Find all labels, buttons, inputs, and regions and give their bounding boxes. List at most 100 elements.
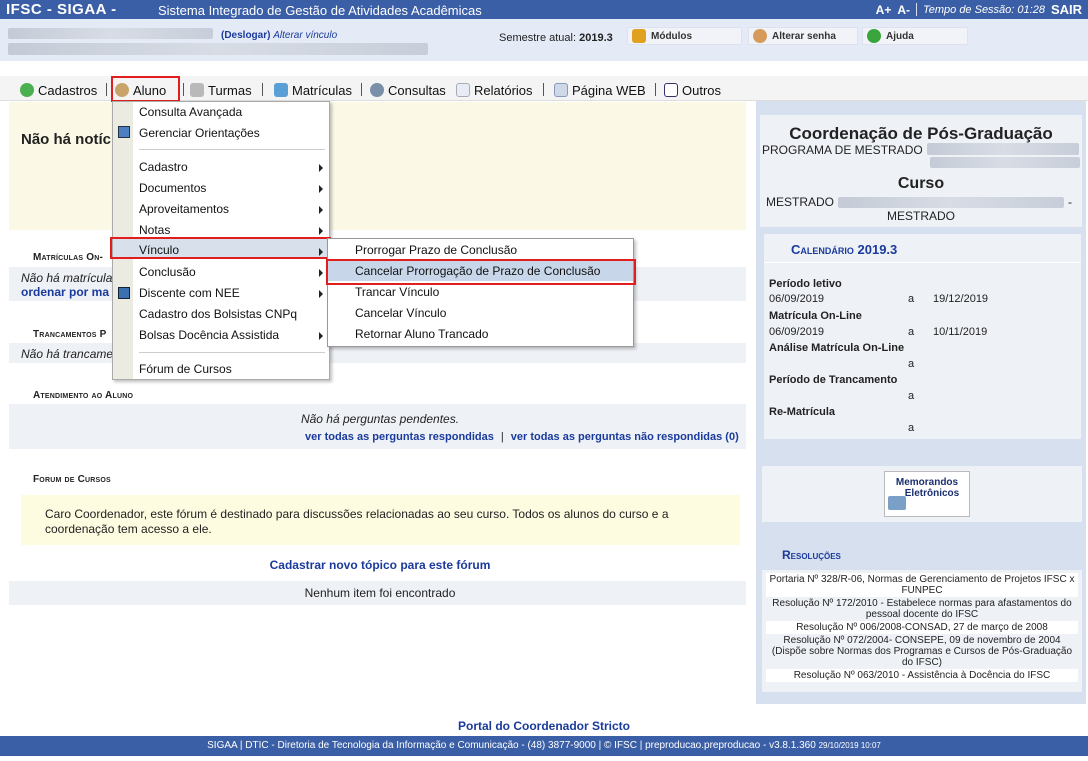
cal-a-2: a xyxy=(908,358,915,370)
cal-label-2: Análise Matrícula On-Line xyxy=(769,342,905,354)
new-topic-link[interactable]: Cadastrar novo tópico para este fórum xyxy=(0,558,760,572)
sub-retornar-aluno[interactable]: Retornar Aluno Trancado xyxy=(355,327,488,341)
font-increase-button[interactable]: A+ xyxy=(876,3,892,17)
forum-notice: Caro Coordenador, este fórum é destinado… xyxy=(21,495,740,545)
menu-matriculas[interactable]: Matrículas xyxy=(274,82,352,98)
class-icon xyxy=(190,83,204,97)
cal-label-1: Matrícula On-Line xyxy=(769,310,862,322)
cal-a-4: a xyxy=(908,422,915,434)
no-questions-text: Não há perguntas pendentes. xyxy=(300,412,460,426)
submenu-arrow-icon xyxy=(319,227,323,235)
resolucoes-heading: Resoluções xyxy=(782,548,841,562)
footer-text: SIGAA | DTIC - Diretoria de Tecnologia d… xyxy=(207,740,816,751)
cal-a-0: a xyxy=(908,293,915,305)
submenu-arrow-icon xyxy=(319,206,323,214)
dd-cadastro[interactable]: Cadastro xyxy=(139,160,188,174)
memorandos-button[interactable]: Memorandos Eletrônicos xyxy=(884,471,970,517)
calendar-label: Calendário xyxy=(791,242,854,257)
calendar-divider xyxy=(764,262,1081,263)
dd-documentos[interactable]: Documentos xyxy=(139,181,206,195)
system-subtitle: Sistema Integrado de Gestão de Atividade… xyxy=(158,3,482,18)
course-name-redacted xyxy=(838,196,1065,208)
portal-link[interactable]: Portal do Coordenador Stricto xyxy=(0,719,1088,733)
unanswered-questions-link[interactable]: ver todas as perguntas não respondidas (… xyxy=(511,431,739,443)
help-label: Ajuda xyxy=(886,30,914,42)
help-button[interactable]: Ajuda xyxy=(862,27,968,45)
menu-pagina-web-label: Página WEB xyxy=(572,82,646,98)
sub-cancelar-vinculo[interactable]: Cancelar Vínculo xyxy=(355,306,446,320)
menu-consultas[interactable]: Consultas xyxy=(370,82,446,98)
menu-divider xyxy=(543,83,544,96)
link-separator: | xyxy=(500,431,504,443)
course-level: MESTRADO xyxy=(886,209,955,223)
menu-outros[interactable]: Outros xyxy=(664,82,721,98)
resolucao-item[interactable]: Resolução Nº 006/2008-CONSAD, 27 de març… xyxy=(766,621,1078,634)
program-name-redacted xyxy=(926,143,1079,155)
news-text: Não há notíci xyxy=(21,131,116,148)
menu-relatorios[interactable]: Relatórios xyxy=(456,82,533,98)
change-link[interactable]: Alterar vínculo xyxy=(273,30,337,41)
cal-end-0: 19/12/2019 xyxy=(933,293,989,305)
enroll-icon xyxy=(274,83,288,97)
search-icon xyxy=(370,83,384,97)
program-name-redacted-2 xyxy=(930,157,1080,168)
dd-aproveitamentos[interactable]: Aproveitamentos xyxy=(139,202,229,216)
semester-label: Semestre atual: xyxy=(499,32,577,44)
add-icon xyxy=(20,83,34,97)
order-link[interactable]: ordenar por ma xyxy=(21,285,109,299)
dd-consulta-avancada[interactable]: Consulta Avançada xyxy=(139,105,242,119)
dd-bolsas-docencia[interactable]: Bolsas Docência Assistida xyxy=(139,328,279,342)
submenu-arrow-icon xyxy=(319,164,323,172)
program-label: PROGRAMA DE MESTRADO xyxy=(762,143,923,157)
trancamentos-text: Não há trancame xyxy=(21,347,114,361)
section-trancamentos: Trancamentos P xyxy=(33,329,107,340)
dd-notas[interactable]: Notas xyxy=(139,223,170,237)
course-dash: - xyxy=(1068,195,1073,209)
submenu-arrow-icon xyxy=(319,269,323,277)
menu-outros-label: Outros xyxy=(682,82,722,98)
dd-forum-cursos[interactable]: Fórum de Cursos xyxy=(139,362,232,376)
modules-label: Módulos xyxy=(651,30,693,42)
resolucao-item[interactable]: Resolução Nº 063/2010 - Assistência à Do… xyxy=(766,669,1078,682)
vinculo-submenu: Prorrogar Prazo de Conclusão Cancelar Pr… xyxy=(327,238,634,347)
sub-prorrogar-prazo[interactable]: Prorrogar Prazo de Conclusão xyxy=(355,243,517,257)
dd-divider xyxy=(139,149,325,150)
menu-divider xyxy=(262,83,263,96)
help-icon xyxy=(867,29,881,43)
resolucao-item[interactable]: Portaria Nº 328/R-06, Normas de Gerencia… xyxy=(766,573,1078,597)
menu-divider xyxy=(183,83,184,96)
menu-turmas[interactable]: Turmas xyxy=(190,82,252,98)
resolucao-item[interactable]: Resolução Nº 172/2010 - Estabelece norma… xyxy=(766,597,1078,621)
modules-button[interactable]: Módulos xyxy=(627,27,742,45)
font-decrease-button[interactable]: A- xyxy=(897,3,910,17)
cal-start-0: 06/09/2019 xyxy=(769,293,825,305)
submenu-arrow-icon xyxy=(319,185,323,193)
computer-icon xyxy=(888,496,906,510)
answered-questions-link[interactable]: ver todas as perguntas respondidas xyxy=(305,431,494,443)
dd-conclusao[interactable]: Conclusão xyxy=(139,265,196,279)
accessibility-icon xyxy=(118,287,130,299)
footer-timestamp: 29/10/2019 10:07 xyxy=(818,741,881,750)
menu-relatorios-label: Relatórios xyxy=(474,82,533,98)
cal-label-3: Período de Trancamento xyxy=(769,374,898,386)
dd-gerenciar-orientacoes[interactable]: Gerenciar Orientações xyxy=(139,126,260,140)
resolucao-item[interactable]: Resolução Nº 072/2004- CONSEPE, 09 de no… xyxy=(766,634,1078,669)
memo-label-1: Memorandos xyxy=(895,477,959,488)
modules-icon xyxy=(632,29,646,43)
resolucoes-list: Portaria Nº 328/R-06, Normas de Gerencia… xyxy=(766,573,1078,682)
logout-link[interactable]: (Deslogar) xyxy=(221,30,270,41)
sub-trancar-vinculo[interactable]: Trancar Vínculo xyxy=(355,285,439,299)
menu-consultas-label: Consultas xyxy=(388,82,446,98)
menu-pagina-web[interactable]: Página WEB xyxy=(554,82,646,98)
orientation-icon xyxy=(118,126,130,138)
dd-discente-nee[interactable]: Discente com NEE xyxy=(139,286,240,300)
menu-cadastros-label: Cadastros xyxy=(38,82,98,98)
divider xyxy=(916,3,918,16)
menu-divider xyxy=(655,83,656,96)
unit-name-redacted xyxy=(8,43,428,55)
cal-a-3: a xyxy=(908,390,915,402)
menu-cadastros[interactable]: Cadastros xyxy=(20,82,97,98)
dd-bolsistas-cnpq[interactable]: Cadastro dos Bolsistas CNPq xyxy=(139,307,297,321)
exit-button[interactable]: SAIR xyxy=(1051,2,1082,17)
change-password-button[interactable]: Alterar senha xyxy=(748,27,858,45)
